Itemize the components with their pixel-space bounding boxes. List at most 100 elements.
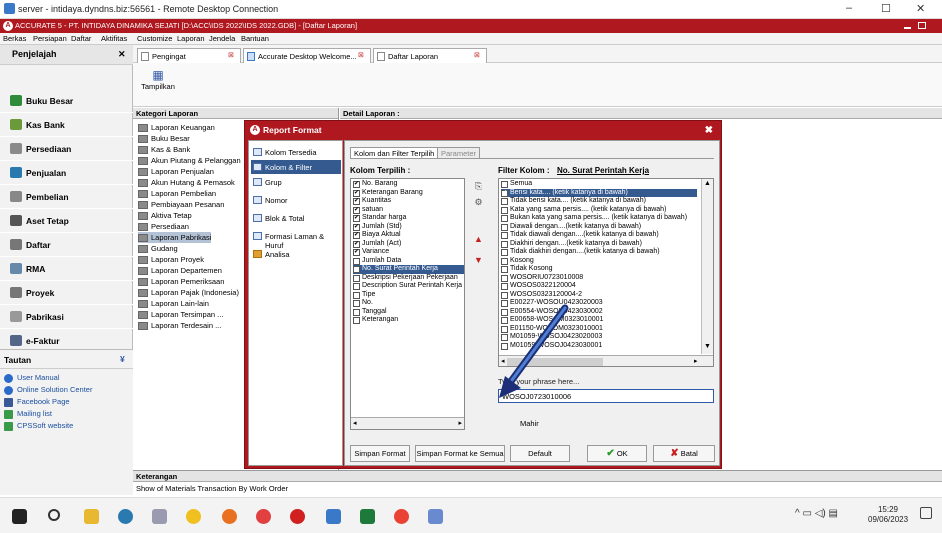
close-button[interactable]: ✕	[916, 2, 925, 15]
app-minimize-icon[interactable]	[904, 27, 911, 29]
scroll-right-icon[interactable]: ▸	[694, 357, 698, 365]
menu-berkas[interactable]: Berkas	[3, 34, 26, 43]
section-nomor[interactable]: Nomor	[251, 193, 341, 207]
checkbox[interactable]	[353, 257, 360, 265]
column-item-selected[interactable]: No. Surat Perintah Kerja	[353, 265, 464, 274]
section-grup[interactable]: Grup	[251, 175, 341, 189]
section-blok-total[interactable]: Blok & Total	[251, 211, 341, 225]
app-icon[interactable]	[256, 509, 271, 524]
checkbox[interactable]	[501, 189, 508, 197]
ok-button[interactable]: ✔ OK	[587, 445, 647, 462]
default-button[interactable]: Default	[510, 445, 570, 462]
checkbox[interactable]	[501, 223, 508, 231]
filter-option[interactable]: Kosong	[501, 257, 534, 266]
checkbox[interactable]	[501, 232, 508, 239]
category-item[interactable]: Akun Hutang & Pemasok	[138, 177, 235, 188]
filter-option[interactable]: Semua	[501, 180, 532, 189]
checkbox[interactable]	[353, 248, 360, 256]
simpan-format-button[interactable]: Simpan Format	[350, 445, 410, 462]
opera-icon[interactable]	[290, 509, 305, 524]
category-item[interactable]: Gudang	[138, 243, 178, 254]
checkbox[interactable]	[501, 198, 508, 205]
checkbox[interactable]	[501, 266, 508, 273]
column-item[interactable]: Jumlah (Act)	[353, 240, 401, 249]
column-item[interactable]: Tanggal	[353, 308, 387, 317]
column-item[interactable]: satuan	[353, 206, 383, 215]
menu-laporan[interactable]: Laporan	[177, 34, 205, 43]
nav-daftar[interactable]: Daftar	[0, 233, 133, 257]
tab-pengingat[interactable]: Pengingat ⊠	[137, 48, 241, 63]
search-icon[interactable]	[48, 509, 60, 521]
column-item[interactable]: Variance	[353, 248, 389, 257]
category-item[interactable]: Pembiayaan Pesanan	[138, 199, 224, 210]
app-restore-icon[interactable]	[918, 22, 926, 29]
filter-option-selected[interactable]: Berisi kata.... (ketik katanya di bawah)	[501, 188, 697, 197]
minimize-button[interactable]: –	[846, 2, 852, 14]
link-mailing-list[interactable]: Mailing list	[4, 409, 52, 419]
nav-pabrikasi[interactable]: Pabrikasi	[0, 305, 133, 329]
scroll-left-icon[interactable]: ◂	[353, 419, 357, 427]
category-item[interactable]: Laporan Tersimpan ...	[138, 309, 223, 320]
menu-aktifitas[interactable]: Aktifitas	[101, 34, 127, 43]
horizontal-scrollbar[interactable]: ◂ ▸	[351, 417, 464, 429]
checkbox[interactable]	[353, 317, 360, 324]
batal-button[interactable]: ✘ Batal	[653, 445, 715, 462]
nav-buku-besar[interactable]: Buku Besar	[0, 89, 133, 113]
checkbox[interactable]	[353, 223, 360, 231]
checkbox[interactable]	[501, 274, 508, 282]
column-item[interactable]: Deskripsi Pekerjaan Pekerjaan	[353, 274, 458, 283]
firefox-icon[interactable]	[222, 509, 237, 524]
column-item[interactable]: No.	[353, 299, 373, 308]
category-item[interactable]: Laporan Lain-lain	[138, 298, 209, 309]
app-icon[interactable]	[152, 509, 167, 524]
category-item-selected[interactable]: Laporan Pabrikasi	[138, 232, 212, 243]
checkbox[interactable]	[353, 189, 360, 197]
column-item[interactable]: Tipe	[353, 291, 375, 300]
nav-proyek[interactable]: Proyek	[0, 281, 133, 305]
menu-customize[interactable]: Customize	[137, 34, 172, 43]
explorer-close-icon[interactable]: ✕	[118, 49, 126, 60]
checkbox[interactable]	[353, 283, 360, 290]
filter-option[interactable]: Tidak diawali dengan....(ketik katanya d…	[501, 231, 659, 240]
category-item[interactable]: Buku Besar	[138, 133, 190, 144]
filter-option[interactable]: Bukan kata yang sama persis.... (ketik k…	[501, 214, 687, 223]
column-item[interactable]: Jumlah (Std)	[353, 223, 402, 232]
vertical-scrollbar[interactable]: ▲ ▼	[701, 179, 713, 354]
file-explorer-icon[interactable]	[84, 509, 99, 524]
tab-close-icon[interactable]: ⊠	[228, 51, 237, 59]
lock-icon[interactable]: ⚙	[473, 197, 484, 208]
column-item[interactable]: Description Surat Perintah Kerja	[353, 282, 462, 291]
edge-icon[interactable]	[118, 509, 133, 524]
checkbox[interactable]	[501, 181, 508, 188]
column-item[interactable]: Keterangan	[353, 316, 398, 325]
filter-value[interactable]: WOSORIU0723010008	[501, 274, 583, 283]
tab-kolom-filter[interactable]: Kolom dan Filter Terpilih	[350, 147, 439, 158]
nav-aset-tetap[interactable]: Aset Tetap	[0, 209, 133, 233]
checkbox[interactable]	[501, 283, 508, 290]
tampilkan-button[interactable]: ▦ Tampilkan	[138, 68, 178, 102]
checkbox[interactable]	[353, 308, 360, 316]
app-icon[interactable]	[186, 509, 201, 524]
category-item[interactable]: Laporan Pembelian	[138, 188, 216, 199]
checkbox[interactable]	[501, 240, 508, 248]
section-kolom-filter[interactable]: Kolom & Filter	[251, 160, 341, 174]
checkbox[interactable]	[353, 231, 360, 239]
link-cpssoft[interactable]: CPSSoft website	[4, 421, 73, 431]
category-item[interactable]: Akun Piutang & Pelanggan	[138, 155, 241, 166]
collapse-icon[interactable]: ¥	[120, 354, 125, 364]
filter-option[interactable]: Tidak diakhiri dengan....(ketik katanya …	[501, 248, 660, 257]
menu-bantuan[interactable]: Bantuan	[241, 34, 269, 43]
app-icon[interactable]	[326, 509, 341, 524]
menu-jendela[interactable]: Jendela	[209, 34, 235, 43]
column-item[interactable]: No. Barang	[353, 180, 397, 189]
category-item[interactable]: Aktiva Tetap	[138, 210, 192, 221]
column-item[interactable]: Standar harga	[353, 214, 406, 223]
filter-option[interactable]: Kata yang sama persis.... (ketik katanya…	[501, 206, 666, 215]
section-formasi-laman[interactable]: Formasi Laman & Huruf	[251, 229, 341, 250]
scroll-down-icon[interactable]: ▼	[704, 343, 711, 350]
scroll-right-icon[interactable]: ▸	[458, 419, 462, 427]
chrome-icon[interactable]	[394, 509, 409, 524]
nav-kas-bank[interactable]: Kas Bank	[0, 113, 133, 137]
checkbox[interactable]	[353, 300, 360, 307]
filter-value[interactable]: WOSOS0322120004	[501, 282, 576, 291]
